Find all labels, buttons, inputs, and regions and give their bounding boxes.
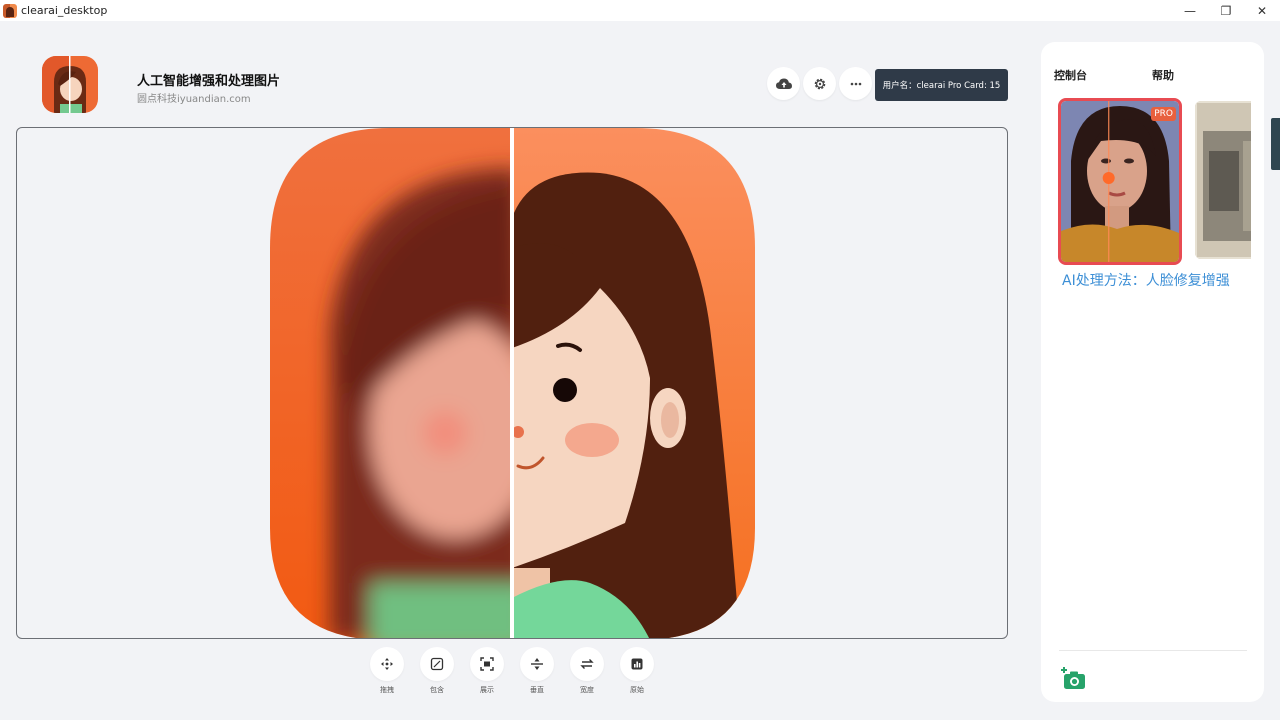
- gear-icon: [814, 78, 825, 89]
- original-icon: [631, 658, 643, 670]
- move-icon: [381, 658, 393, 670]
- tool-label: 拖拽: [380, 686, 394, 694]
- tab-help[interactable]: 帮助: [1152, 67, 1174, 83]
- add-photo-button[interactable]: [1060, 666, 1086, 692]
- app-logo: [42, 56, 98, 113]
- old-photo-sample-image: [1195, 101, 1251, 259]
- tool-label: 垂直: [530, 686, 544, 694]
- tool-move[interactable]: 拖拽: [370, 647, 404, 695]
- method-thumb-face-restore[interactable]: PRO: [1058, 98, 1182, 265]
- pro-badge: PRO: [1151, 107, 1176, 121]
- app-icon: [3, 3, 17, 18]
- tool-split-vertical[interactable]: 垂直: [520, 647, 554, 695]
- cloud-upload-button[interactable]: [767, 67, 800, 100]
- fullscreen-icon: [480, 657, 494, 671]
- method-label: AI处理方法：人脸修复增强: [1062, 273, 1230, 289]
- minimize-button[interactable]: —: [1172, 0, 1208, 21]
- tool-label: 原始: [630, 686, 644, 694]
- tool-label: 展示: [480, 686, 494, 694]
- tool-fullscreen[interactable]: 展示: [470, 647, 504, 695]
- swap-icon: [580, 659, 594, 669]
- method-thumb-photo-restore[interactable]: [1195, 101, 1251, 259]
- window-controls: — ❐ ✕: [1172, 0, 1280, 21]
- split-vertical-icon: [531, 658, 543, 670]
- user-badge[interactable]: 用户名：clearai Pro Card: 15: [875, 69, 1008, 101]
- more-icon: [850, 82, 861, 85]
- more-button[interactable]: [839, 67, 872, 100]
- tool-swap[interactable]: 宽度: [570, 647, 604, 695]
- side-drawer-handle[interactable]: [1271, 118, 1280, 170]
- app-subtitle: 圆点科技iyuandian.com: [137, 94, 251, 105]
- title-bar: clearai_desktop — ❐ ✕: [0, 0, 1280, 21]
- settings-button[interactable]: [803, 67, 836, 100]
- face-sample-image: [1061, 101, 1179, 262]
- close-button[interactable]: ✕: [1244, 0, 1280, 21]
- compare-divider-handle[interactable]: [510, 128, 514, 638]
- add-camera-icon: [1061, 667, 1085, 689]
- tab-console[interactable]: 控制台: [1054, 67, 1087, 83]
- window-title: clearai_desktop: [21, 4, 108, 17]
- tool-original[interactable]: 原始: [620, 647, 654, 695]
- fit-icon: [430, 657, 444, 671]
- cloud-upload-icon: [775, 78, 792, 89]
- maximize-button[interactable]: ❐: [1208, 0, 1244, 21]
- method-thumbnails[interactable]: PRO: [1058, 98, 1251, 265]
- tool-label: 包含: [430, 686, 444, 694]
- tool-label: 宽度: [580, 686, 594, 694]
- app-title: 人工智能增强和处理图片: [137, 74, 281, 89]
- tool-fit[interactable]: 包含: [420, 647, 454, 695]
- panel-divider: [1059, 650, 1247, 651]
- image-compare-canvas[interactable]: [16, 127, 1008, 639]
- side-panel: 控制台 帮助 PRO AI处理方法：人脸修复增强: [1041, 42, 1264, 702]
